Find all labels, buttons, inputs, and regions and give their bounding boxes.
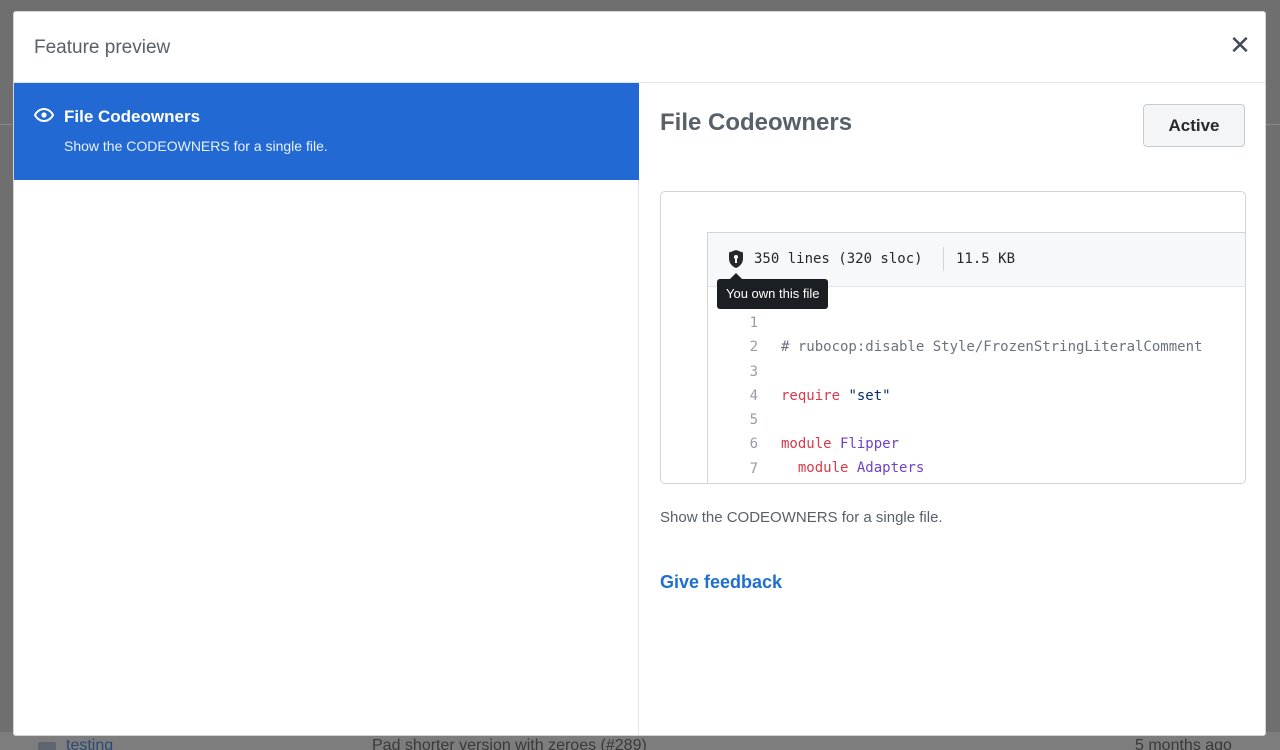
feature-list: File Codeowners Show the CODEOWNERS for … [14, 83, 639, 735]
file-line-count: 350 lines (320 sloc) [754, 251, 923, 267]
code-line: 4 [708, 360, 1245, 404]
code-line: 8 include Flipper::Adapter [708, 457, 1245, 483]
eye-icon [34, 108, 54, 122]
backdrop-divider [1266, 124, 1280, 125]
feature-detail-title: File Codeowners [660, 109, 853, 136]
dialog-title: Feature preview [34, 37, 171, 58]
close-icon[interactable]: ✕ [1229, 32, 1251, 58]
owner-tooltip: You own this file [717, 273, 829, 309]
stats-divider [943, 247, 944, 271]
dialog-header: Feature preview ✕ [14, 12, 1265, 83]
backdrop-file-name: testing [66, 737, 114, 750]
code-line: 5 module Flipper [708, 384, 1245, 452]
active-toggle-button[interactable]: Active [1143, 104, 1245, 147]
feature-preview-image: 350 lines (320 sloc) 11.5 KB You own thi… [660, 191, 1246, 484]
feature-detail-description: Show the CODEOWNERS for a single file. [660, 509, 943, 526]
code-line: 3 require "set" [708, 336, 1245, 404]
feature-description: Show the CODEOWNERS for a single file. [64, 138, 328, 154]
feature-name: File Codeowners [64, 107, 201, 126]
code-line: 7 class Mysql [708, 433, 1245, 477]
code-view: 1 # rubocop:disable Style/FrozenStringLi… [708, 287, 1245, 483]
file-header: 350 lines (320 sloc) 11.5 KB You own thi… [708, 233, 1245, 309]
tooltip-text: You own this file [726, 286, 820, 301]
feature-detail: File Codeowners Active 350 lines (320 sl… [640, 83, 1265, 735]
folder-icon [38, 742, 56, 750]
feature-item-file-codeowners[interactable]: File Codeowners Show the CODEOWNERS for … [14, 83, 639, 180]
backdrop-commit-age: 5 months ago [1135, 737, 1232, 750]
code-line: 2 [708, 311, 1245, 355]
file-size: 11.5 KB [956, 251, 1016, 267]
feature-preview-dialog: Feature preview ✕ File Codeowners Show t… [13, 11, 1266, 736]
backdrop-divider [0, 124, 14, 125]
backdrop-commit-message: Pad shorter version with zeroes (#289) [372, 737, 647, 750]
line-number: 8 [708, 481, 758, 483]
file-panel: 350 lines (320 sloc) 11.5 KB You own thi… [707, 232, 1245, 483]
code-line: 6 module Adapters [708, 408, 1245, 476]
tooltip-arrow [730, 273, 742, 279]
give-feedback-link[interactable]: Give feedback [660, 572, 782, 593]
shield-icon [729, 250, 743, 268]
